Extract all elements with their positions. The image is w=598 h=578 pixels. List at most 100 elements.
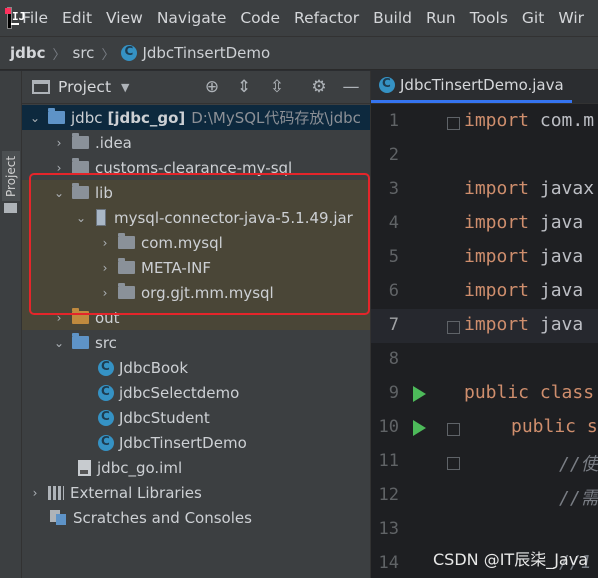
tree-item-customs[interactable]: › customs-clearance-my-sql: [22, 155, 370, 180]
tree-item-class-jdbcstudent[interactable]: JdbcStudent: [22, 405, 370, 430]
tree-item-label: lib: [95, 183, 113, 202]
breadcrumb-project[interactable]: jdbc: [10, 44, 46, 62]
menu-code[interactable]: Code: [240, 9, 280, 27]
tree-item-label: customs-clearance-my-sql: [95, 158, 293, 177]
code-keyword: public: [464, 382, 530, 403]
tree-root-path: D:\MySQL代码存放\jdbc: [191, 109, 361, 127]
java-class-icon: [98, 359, 114, 376]
menu-navigate[interactable]: Navigate: [157, 9, 227, 27]
code-line-7: 7 import java: [371, 309, 598, 343]
chevron-down-icon[interactable]: ⌄: [74, 211, 88, 225]
stripe-project-label: Project: [4, 155, 18, 197]
menu-run[interactable]: Run: [426, 9, 456, 27]
line-number: 10: [378, 417, 399, 437]
chevron-down-icon[interactable]: ⌄: [28, 111, 42, 125]
menu-view[interactable]: View: [106, 9, 143, 27]
chevron-right-icon[interactable]: ›: [98, 236, 112, 250]
chevron-right-icon[interactable]: ›: [52, 311, 66, 325]
tree-item-label: jdbcSelectdemo: [119, 383, 240, 402]
tree-item-external-libraries[interactable]: › External Libraries: [22, 480, 370, 505]
project-panel-title[interactable]: Project: [58, 78, 111, 96]
gear-icon[interactable]: ⚙: [310, 78, 328, 96]
collapse-all-icon[interactable]: ⇳: [268, 78, 286, 96]
editor-tab-bar: JdbcTinsertDemo.java: [371, 70, 598, 104]
breadcrumb: jdbc 〉 src 〉 JdbcTinsertDemo: [0, 36, 598, 70]
tree-item-class-jdbcbook[interactable]: JdbcBook: [22, 355, 370, 380]
jar-icon: [96, 209, 106, 226]
chevron-down-icon[interactable]: ▼: [121, 81, 129, 94]
fold-icon[interactable]: [447, 117, 460, 130]
breadcrumb-folder[interactable]: src: [73, 44, 95, 62]
watermark-text: CSDN @IT辰柒_Java: [433, 550, 588, 569]
run-icon[interactable]: [413, 386, 426, 402]
fold-icon[interactable]: [447, 321, 460, 334]
expand-all-icon[interactable]: ⇕: [235, 78, 253, 96]
menu-edit[interactable]: Edit: [62, 9, 92, 27]
tree-item-class-jdbctinsertdemo[interactable]: JdbcTinsertDemo: [22, 430, 370, 455]
tree-item-label: out: [95, 308, 120, 327]
java-class-icon: [98, 384, 114, 401]
minimize-icon[interactable]: —: [342, 78, 360, 96]
breadcrumb-file[interactable]: JdbcTinsertDemo: [142, 44, 270, 62]
menu-build[interactable]: Build: [373, 9, 412, 27]
folder-icon: [72, 183, 89, 199]
code-keyword: import: [464, 178, 530, 199]
chevron-right-icon[interactable]: ›: [98, 286, 112, 300]
chevron-right-icon[interactable]: ›: [52, 161, 66, 175]
menu-tools[interactable]: Tools: [470, 9, 508, 27]
menu-refactor[interactable]: Refactor: [294, 9, 359, 27]
editor-tab-label: JdbcTinsertDemo.java: [400, 76, 564, 94]
line-number: 8: [388, 349, 399, 369]
chevron-down-icon[interactable]: ⌄: [52, 336, 66, 350]
tree-item-idea[interactable]: › .idea: [22, 130, 370, 155]
tree-item-lib[interactable]: ⌄ lib: [22, 180, 370, 205]
menu-file[interactable]: File: [22, 9, 48, 27]
line-number: 9: [388, 383, 399, 403]
tree-item-jar[interactable]: ⌄ mysql-connector-java-5.1.49.jar: [22, 205, 370, 230]
chevron-right-icon[interactable]: ›: [28, 486, 42, 500]
tree-item-jdbc-root[interactable]: ⌄ jdbc [jdbc_go] D:\MySQL代码存放\jdbc: [22, 105, 370, 130]
menu-window[interactable]: Wir: [558, 9, 584, 27]
chevron-right-icon: 〉: [101, 47, 115, 63]
tree-root-name: jdbc: [71, 108, 103, 127]
folder-icon[interactable]: [4, 203, 17, 213]
code-keyword: import: [464, 110, 530, 131]
crosshair-icon[interactable]: ⊕: [203, 78, 221, 96]
line-number: 2: [388, 145, 399, 165]
code-line-12: 12 //需: [371, 479, 598, 513]
project-tool-window-button[interactable]: Project: [2, 151, 20, 201]
tree-item-out[interactable]: › out: [22, 305, 370, 330]
line-number: 1: [388, 111, 399, 131]
chevron-right-icon[interactable]: ›: [98, 261, 112, 275]
run-icon[interactable]: [413, 420, 426, 436]
tree-item-scratches[interactable]: Scratches and Consoles: [22, 505, 370, 530]
tree-item-src[interactable]: ⌄ src: [22, 330, 370, 355]
tree-item-com-mysql[interactable]: › com.mysql: [22, 230, 370, 255]
java-class-icon: [379, 76, 395, 93]
left-tool-stripe: Project: [0, 71, 22, 578]
folder-icon: [118, 258, 135, 274]
code-line-6: 6 import java: [371, 275, 598, 309]
code-text: java: [529, 314, 584, 335]
intellij-logo-icon[interactable]: IJ: [5, 7, 25, 29]
tree-item-org-gjt[interactable]: › org.gjt.mm.mysql: [22, 280, 370, 305]
line-number: 3: [388, 179, 399, 199]
tree-item-meta-inf[interactable]: › META-INF: [22, 255, 370, 280]
menu-bar: IJ File Edit View Navigate Code Refactor…: [0, 0, 598, 36]
chevron-down-icon[interactable]: ⌄: [52, 186, 66, 200]
fold-icon[interactable]: [447, 423, 460, 436]
editor-tab-active[interactable]: JdbcTinsertDemo.java: [371, 70, 572, 103]
tree-item-class-jdbcselectdemo[interactable]: jdbcSelectdemo: [22, 380, 370, 405]
tree-item-label: META-INF: [141, 258, 212, 277]
line-number: 13: [378, 519, 399, 539]
folder-icon: [72, 133, 89, 149]
tree-item-iml[interactable]: jdbc_go.iml: [22, 455, 370, 480]
fold-icon[interactable]: [447, 457, 460, 470]
code-area[interactable]: 1 import com.m 2 3 import javax 4 import…: [371, 105, 598, 578]
chevron-right-icon: 〉: [52, 47, 66, 63]
java-class-icon: [98, 409, 114, 426]
menu-git[interactable]: Git: [522, 9, 544, 27]
tree-item-label: Scratches and Consoles: [73, 508, 252, 527]
java-class-icon: [98, 434, 114, 451]
chevron-right-icon[interactable]: ›: [52, 136, 66, 150]
